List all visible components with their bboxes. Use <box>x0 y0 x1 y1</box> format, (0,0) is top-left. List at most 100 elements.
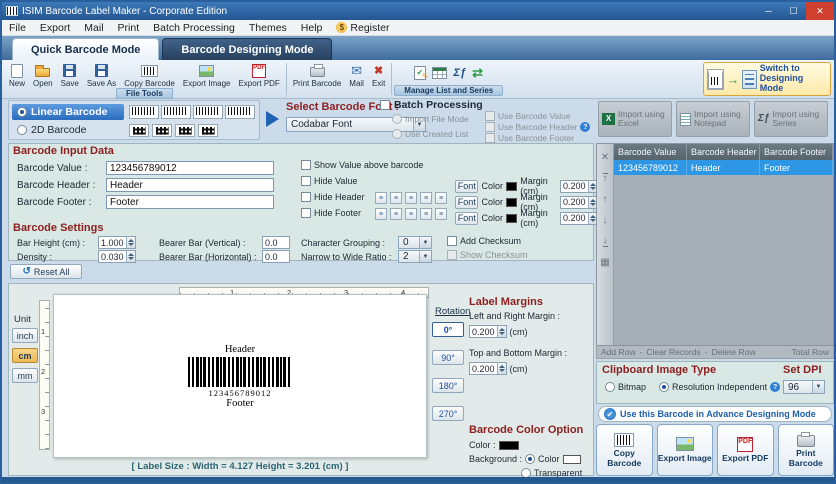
export-pdf-action-button[interactable]: Export PDF <box>717 424 774 476</box>
header-position-top-icon[interactable]: ≡ <box>420 192 432 204</box>
menu-print[interactable]: Print <box>111 22 147 34</box>
linear-barcode-style-icon[interactable] <box>225 105 255 119</box>
linear-barcode-style-icon[interactable] <box>161 105 191 119</box>
batch-processing-checkbox[interactable]: Batch Processing <box>380 99 592 111</box>
tab-barcode-designing-mode[interactable]: Barcode Designing Mode <box>162 38 333 60</box>
dpi-dropdown[interactable]: 96 ▼ <box>783 380 825 394</box>
menu-mail[interactable]: Mail <box>77 22 110 34</box>
hide-header-checkbox[interactable]: Hide Header <box>301 192 365 202</box>
mail-button[interactable]: Mail <box>345 61 368 97</box>
header-align-right-icon[interactable]: ≡ <box>405 192 417 204</box>
hide-footer-checkbox[interactable]: Hide Footer <box>301 208 361 218</box>
delete-record-icon[interactable]: ✕ <box>601 152 609 163</box>
move-first-icon[interactable]: ↑ <box>602 173 608 184</box>
resolution-independent-radio[interactable]: Resolution Independent ? <box>659 382 781 392</box>
value-margin-spinner[interactable]: 0.200 <box>560 179 598 193</box>
series-sigma-icon[interactable] <box>453 66 466 81</box>
tab-quick-barcode-mode[interactable]: Quick Barcode Mode <box>12 38 160 60</box>
header-margin-spinner[interactable]: 0.200 <box>560 195 598 209</box>
spinner-arrows-icon[interactable] <box>496 363 506 374</box>
footer-color-swatch[interactable] <box>506 213 518 223</box>
footer-margin-spinner[interactable]: 0.200 <box>560 211 598 225</box>
background-color-radio[interactable] <box>525 454 536 464</box>
barcode-value-input[interactable] <box>106 161 274 175</box>
bitmap-radio[interactable]: Bitmap <box>605 382 646 392</box>
2d-barcode-style-icon[interactable] <box>198 124 218 137</box>
char-grouping-dropdown[interactable]: 0 ▼ <box>398 236 432 249</box>
2d-barcode-style-icon[interactable] <box>175 124 195 137</box>
add-row-link[interactable]: Add Row <box>601 347 636 357</box>
unit-cm-button[interactable]: cm <box>12 348 38 363</box>
import-file-mode-radio[interactable]: Import File Mode <box>392 114 469 124</box>
table-row[interactable]: 123456789012 Header Footer <box>614 160 833 175</box>
2d-barcode-style-icon[interactable] <box>129 124 149 137</box>
footer-align-center-icon[interactable]: ≡ <box>390 208 402 220</box>
header-position-bottom-icon[interactable]: ≡ <box>435 192 447 204</box>
footer-position-top-icon[interactable]: ≡ <box>420 208 432 220</box>
copy-barcode-action-button[interactable]: Copy Barcode <box>596 424 653 476</box>
linear-barcode-radio[interactable]: Linear Barcode <box>12 104 124 120</box>
close-button[interactable]: ✕ <box>806 2 834 20</box>
menu-themes[interactable]: Themes <box>242 22 294 34</box>
print-barcode-button[interactable]: Print Barcode <box>289 61 345 97</box>
advance-designing-link[interactable]: ✔ Use this Barcode in Advance Designing … <box>598 406 832 422</box>
header-font-button[interactable]: Font <box>455 195 479 209</box>
minimize-button[interactable]: ─ <box>756 2 781 20</box>
barcode-color-swatch[interactable] <box>498 440 519 450</box>
show-value-above-checkbox[interactable]: Show Value above barcode <box>301 160 423 170</box>
rotation-270-button[interactable]: 270° <box>432 406 464 421</box>
import-notepad-button[interactable]: Import using Notepad <box>676 101 750 137</box>
exit-button[interactable]: Exit <box>368 61 389 97</box>
export-image-button[interactable]: Export Image <box>179 61 235 88</box>
spinner-arrows-icon[interactable] <box>125 251 135 262</box>
import-excel-button[interactable]: X Import using Excel <box>598 101 672 137</box>
2d-barcode-style-icon[interactable] <box>152 124 172 137</box>
rotation-180-button[interactable]: 180° <box>432 378 464 393</box>
barcode-header-input[interactable] <box>106 178 274 192</box>
help-icon[interactable]: ? <box>770 382 781 392</box>
value-color-swatch[interactable] <box>506 181 518 191</box>
import-series-button[interactable]: Import using Series <box>754 101 828 137</box>
unit-mm-button[interactable]: mm <box>12 368 38 383</box>
clear-records-link[interactable]: Clear Records <box>646 347 700 357</box>
footer-align-left-icon[interactable]: ≡ <box>375 208 387 220</box>
header-color-swatch[interactable] <box>506 197 518 207</box>
open-button[interactable]: Open <box>29 61 57 88</box>
spinner-arrows-icon[interactable] <box>125 237 135 248</box>
linear-barcode-style-icon[interactable] <box>129 105 159 119</box>
menu-help[interactable]: Help <box>294 22 330 34</box>
rotation-0-button[interactable]: 0° <box>432 322 464 337</box>
move-last-icon[interactable]: ↓ <box>602 236 608 247</box>
lr-margin-spinner[interactable]: 0.200 <box>469 325 507 338</box>
menu-batch-processing[interactable]: Batch Processing <box>146 22 242 34</box>
col-barcode-footer[interactable]: Barcode Footer <box>760 144 833 160</box>
bar-height-spinner[interactable]: 1.000 <box>98 236 136 249</box>
sync-arrows-icon[interactable] <box>472 66 483 81</box>
use-barcode-value-checkbox[interactable]: Use Barcode Value <box>485 111 571 121</box>
barcode-footer-input[interactable] <box>106 195 274 209</box>
footer-font-button[interactable]: Font <box>455 211 479 225</box>
col-barcode-value[interactable]: Barcode Value <box>614 144 687 160</box>
bearer-horizontal-input[interactable]: 0.0 <box>262 250 290 263</box>
show-checksum-checkbox[interactable]: Show Checksum <box>447 250 528 260</box>
linear-barcode-style-icon[interactable] <box>193 105 223 119</box>
switch-to-designing-mode-button[interactable]: → Switch to Designing Mode <box>703 62 831 96</box>
footer-position-bottom-icon[interactable]: ≡ <box>435 208 447 220</box>
col-barcode-header[interactable]: Barcode Header <box>687 144 760 160</box>
unit-inch-button[interactable]: inch <box>12 328 38 343</box>
menu-file[interactable]: File <box>2 22 33 34</box>
export-image-action-button[interactable]: Export Image <box>656 424 713 476</box>
add-checksum-checkbox[interactable]: Add Checksum <box>447 236 521 246</box>
header-align-left-icon[interactable]: ≡ <box>375 192 387 204</box>
use-barcode-footer-checkbox[interactable]: Use Barcode Footer <box>485 133 574 143</box>
hide-value-checkbox[interactable]: Hide Value <box>301 176 357 186</box>
copy-barcode-button[interactable]: Copy Barcode <box>120 61 179 88</box>
spinner-arrows-icon[interactable] <box>496 326 506 337</box>
ratio-dropdown[interactable]: 2 ▼ <box>398 250 432 263</box>
export-pdf-button[interactable]: Export PDF <box>234 61 283 88</box>
footer-align-right-icon[interactable]: ≡ <box>405 208 417 220</box>
edit-list-icon[interactable] <box>414 66 428 81</box>
menu-register[interactable]: $ Register <box>329 22 396 34</box>
new-button[interactable]: New <box>5 61 29 88</box>
save-button[interactable]: Save <box>57 61 83 88</box>
